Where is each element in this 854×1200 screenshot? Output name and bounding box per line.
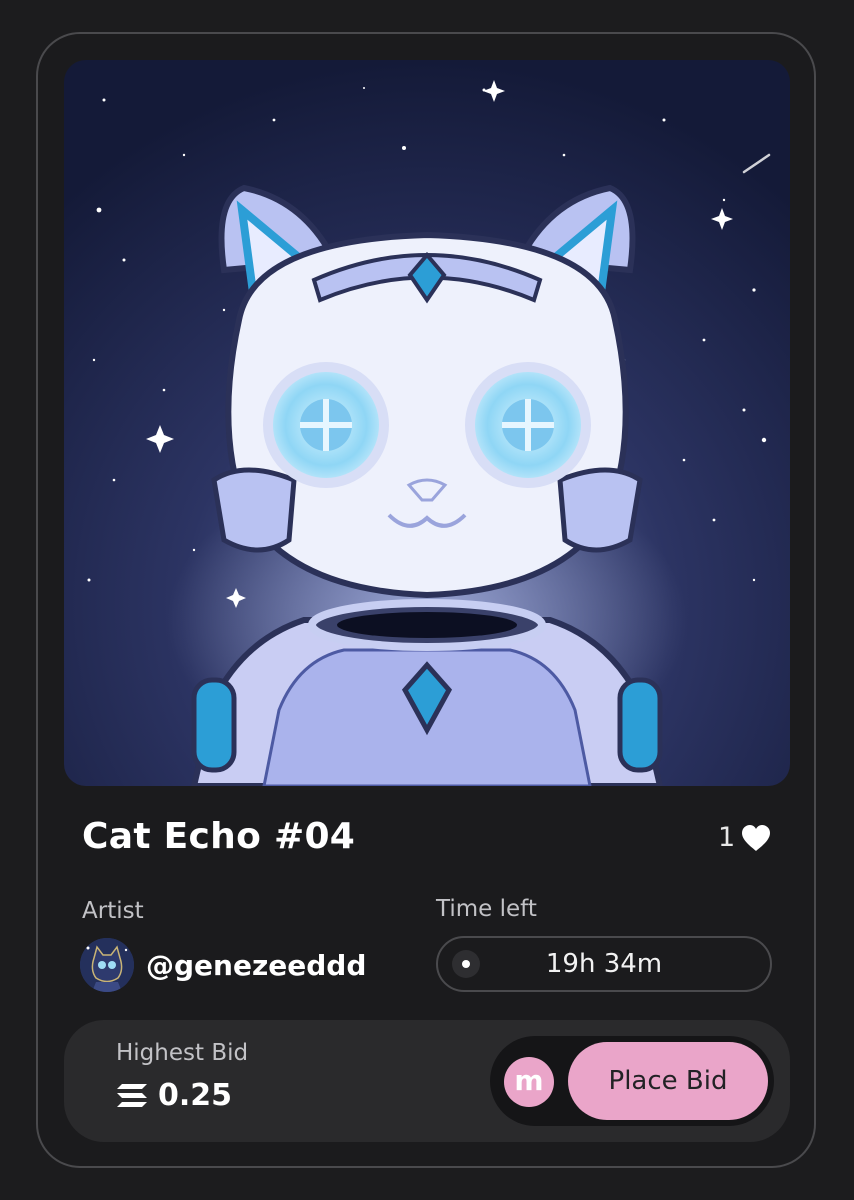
artist-profile-link[interactable]: @genezeeddd: [80, 938, 366, 992]
nft-title: Cat Echo #04: [82, 816, 356, 857]
highest-bid-label: Highest Bid: [116, 1040, 249, 1066]
time-left-value: 19h 34m: [545, 949, 663, 979]
like-count: 1: [718, 822, 736, 853]
avatar[interactable]: [80, 938, 134, 992]
heart-icon: [741, 824, 771, 852]
bid-amount: 0.25: [158, 1078, 233, 1113]
nft-card: Cat Echo #04 1 Artist Time left @genezee…: [36, 32, 816, 1168]
time-left-pill: 19h 34m: [436, 936, 772, 992]
place-bid-button[interactable]: Place Bid: [568, 1042, 768, 1120]
marketplace-logo-icon: m: [504, 1057, 554, 1107]
artist-label: Artist: [82, 898, 144, 924]
highest-bid-value: 0.25: [116, 1078, 232, 1113]
solana-icon: [116, 1083, 148, 1109]
live-indicator-icon: [452, 950, 480, 978]
artist-handle[interactable]: @genezeeddd: [146, 949, 366, 982]
bid-actions: m Place Bid: [490, 1036, 774, 1126]
time-left-label: Time left: [436, 896, 537, 922]
nft-artwork[interactable]: [64, 60, 790, 786]
like-button[interactable]: 1: [718, 822, 771, 853]
bid-bar: Highest Bid 0.25 m Place Bid: [64, 1020, 790, 1142]
